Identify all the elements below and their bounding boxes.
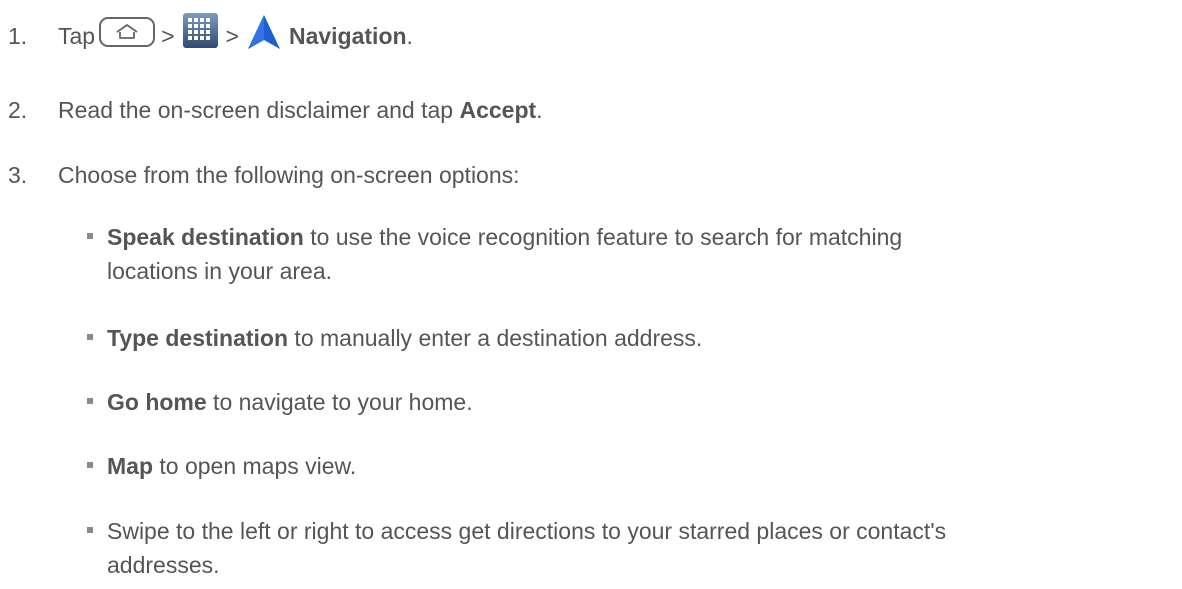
navigation-arrow-icon bbox=[247, 14, 281, 50]
step-text-tap: Tap bbox=[58, 23, 96, 49]
bullet-icon bbox=[87, 334, 93, 340]
option-title: Map bbox=[107, 453, 153, 479]
option-text-continued: addresses. bbox=[107, 552, 220, 578]
option-title: Speak destination bbox=[107, 224, 304, 250]
step-suffix: . bbox=[536, 97, 543, 123]
step-text: Read the on-screen disclaimer and tap bbox=[58, 97, 460, 123]
bullet-icon bbox=[87, 233, 93, 239]
option-text: to manually enter a destination address. bbox=[288, 325, 703, 351]
separator: > bbox=[225, 23, 239, 49]
step-text: Choose from the following on-screen opti… bbox=[58, 162, 520, 188]
step-3: 3. Choose from the following on-screen o… bbox=[0, 160, 520, 190]
option-text: to open maps view. bbox=[153, 453, 357, 479]
step-number: 3. bbox=[8, 162, 28, 188]
step-number: 2. bbox=[8, 97, 28, 123]
option-title: Go home bbox=[107, 389, 207, 415]
apps-grid-icon bbox=[182, 12, 218, 48]
separator: > bbox=[161, 23, 175, 49]
accept-label: Accept bbox=[459, 97, 537, 123]
home-key-icon bbox=[99, 17, 156, 47]
option-text: to use the voice recognition feature to … bbox=[303, 224, 903, 250]
option-text: Swipe to the left or right to access get… bbox=[107, 518, 947, 544]
step-1: 1. Tap > > Navigation . bbox=[0, 12, 413, 54]
navigation-label: Navigation bbox=[288, 23, 407, 49]
option-text-continued: locations in your area. bbox=[107, 258, 333, 284]
step-suffix: . bbox=[406, 23, 413, 49]
step-number: 1. bbox=[8, 23, 28, 49]
bullet-icon bbox=[87, 527, 93, 533]
option-title: Type destination bbox=[107, 325, 289, 351]
step-2: 2. Read the on-screen disclaimer and tap… bbox=[0, 95, 543, 125]
option-text: to navigate to your home. bbox=[206, 389, 473, 415]
bullet-icon bbox=[87, 462, 93, 468]
bullet-icon bbox=[87, 398, 93, 404]
